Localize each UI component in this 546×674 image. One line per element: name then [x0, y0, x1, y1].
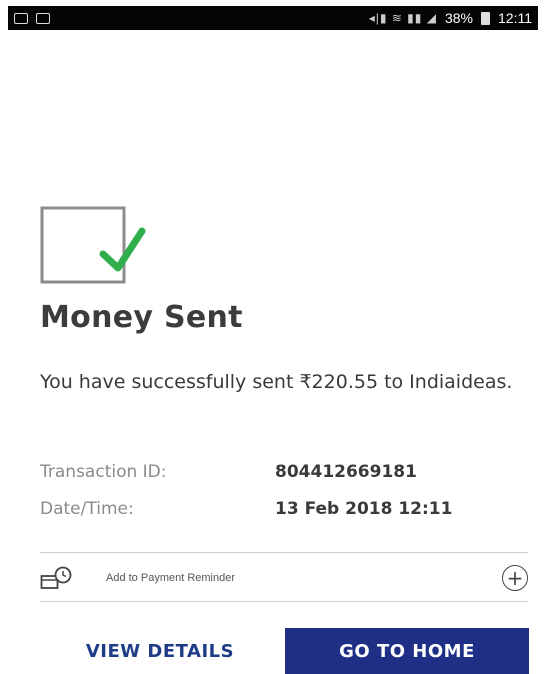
- divider-bottom: [40, 601, 528, 602]
- battery-icon: [481, 11, 490, 25]
- view-details-button[interactable]: VIEW DETAILS: [40, 628, 280, 674]
- add-circle-icon[interactable]: +: [502, 565, 528, 591]
- success-message: You have successfully sent ₹220.55 to In…: [40, 371, 513, 393]
- signal-icon: ◂|▮ ≋ ▮▮ ◢: [368, 11, 437, 25]
- page-title: Money Sent: [40, 300, 243, 335]
- divider-top: [40, 552, 528, 553]
- transaction-id-label: Transaction ID:: [40, 462, 167, 482]
- checkbox-check-icon: [40, 206, 146, 284]
- status-bar-left: [14, 12, 50, 24]
- date-time-label: Date/Time:: [40, 499, 134, 519]
- status-bar-right: ◂|▮ ≋ ▮▮ ◢ 38% 12:11: [369, 10, 532, 26]
- date-time-value: 13 Feb 2018 12:11: [275, 499, 453, 519]
- battery-level: 38%: [444, 10, 473, 26]
- payment-reminder-label: Add to Payment Reminder: [106, 572, 236, 584]
- payment-reminder-row[interactable]: Add to Payment Reminder +: [40, 558, 528, 598]
- status-bar: ◂|▮ ≋ ▮▮ ◢ 38% 12:11: [8, 6, 538, 30]
- clock: 12:11: [498, 10, 532, 26]
- go-to-home-button[interactable]: GO TO HOME: [285, 628, 529, 674]
- transaction-id-value: 804412669181: [275, 462, 417, 482]
- media-icon: [14, 12, 28, 24]
- payment-reminder-icon: [40, 566, 72, 589]
- image-icon: [36, 12, 50, 24]
